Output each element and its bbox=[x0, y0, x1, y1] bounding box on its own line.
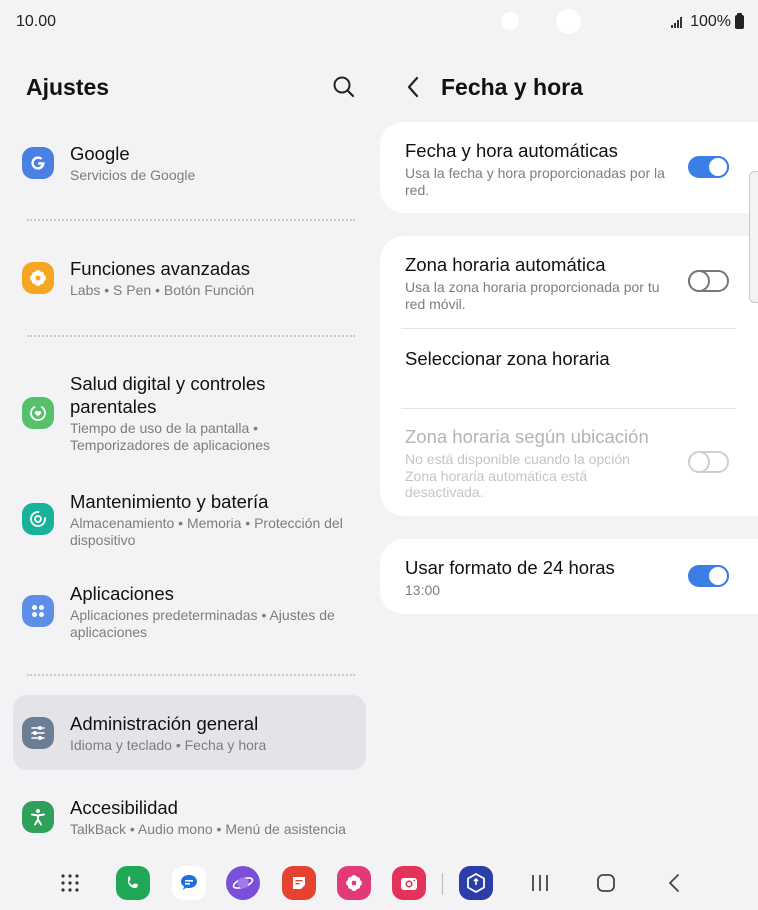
auto-datetime-toggle[interactable] bbox=[688, 156, 729, 178]
back-icon[interactable] bbox=[664, 873, 684, 898]
settings-item-accessibility[interactable]: Accesibilidad TalkBack • Audio mono • Me… bbox=[13, 786, 366, 848]
menu-item-subtitle: Servicios de Google bbox=[70, 167, 196, 183]
accessibility-icon bbox=[22, 801, 54, 833]
settings-item-maintenance[interactable]: Mantenimiento y batería Almacenamiento •… bbox=[13, 484, 366, 554]
menu-item-title: Administración general bbox=[70, 712, 259, 734]
row-divider bbox=[401, 328, 736, 329]
menu-item-title: Google bbox=[70, 143, 130, 164]
apps-icon bbox=[22, 595, 54, 627]
secure-folder-icon[interactable] bbox=[459, 866, 493, 900]
battery-percent: 100% bbox=[690, 13, 731, 30]
messages-icon[interactable] bbox=[172, 866, 206, 900]
menu-item-title: Mantenimiento y batería bbox=[70, 490, 269, 512]
wellbeing-icon bbox=[22, 397, 54, 429]
row-title: Seleccionar zona horaria bbox=[405, 348, 610, 369]
row-subtitle: Usa la zona horaria proporcionada por tu… bbox=[405, 279, 660, 312]
timezone-location-toggle bbox=[688, 451, 729, 473]
sliders-icon bbox=[22, 716, 54, 749]
menu-item-title: Aplicaciones bbox=[70, 582, 174, 604]
menu-item-subtitle: Tiempo de uso de la pantalla • Temporiza… bbox=[70, 420, 270, 453]
settings-item-apps[interactable]: Aplicaciones Aplicaciones predeterminada… bbox=[13, 578, 366, 644]
row-subtitle: 13:00 bbox=[405, 582, 441, 598]
edge-panel-handle[interactable] bbox=[749, 171, 758, 303]
menu-item-subtitle: Labs • S Pen • Botón Función bbox=[70, 282, 255, 298]
google-icon bbox=[22, 147, 54, 179]
camera-cutout bbox=[501, 12, 519, 30]
notes-icon[interactable] bbox=[282, 866, 316, 900]
menu-item-title: Accesibilidad bbox=[70, 797, 178, 818]
row-title: Zona horaria según ubicación bbox=[405, 426, 649, 447]
back-arrow-icon[interactable] bbox=[402, 74, 426, 100]
format-24h-toggle[interactable] bbox=[688, 565, 729, 587]
auto-datetime-card: Fecha y hora automáticas Usa la fecha y … bbox=[380, 122, 758, 213]
row-subtitle: Usa la fecha y hora proporcionadas por l… bbox=[405, 165, 665, 198]
phone-icon[interactable] bbox=[116, 866, 150, 900]
settings-item-google[interactable]: Google Servicios de Google bbox=[13, 137, 366, 189]
settings-item-advanced-features[interactable]: Funciones avanzadas Labs • S Pen • Botón… bbox=[13, 252, 366, 304]
battery-icon bbox=[735, 13, 744, 29]
gallery-icon[interactable] bbox=[337, 866, 371, 900]
camera-icon[interactable] bbox=[392, 866, 426, 900]
page-title: Ajustes bbox=[26, 74, 110, 100]
maintenance-icon bbox=[22, 503, 54, 535]
format-24h-card: Usar formato de 24 horas 13:00 bbox=[380, 539, 758, 614]
home-icon[interactable] bbox=[596, 873, 616, 898]
menu-item-subtitle: Idioma y teclado • Fecha y hora bbox=[70, 736, 267, 753]
menu-item-subtitle: TalkBack • Audio mono • Menú de asistenc… bbox=[70, 821, 346, 837]
signal-icon bbox=[671, 16, 683, 28]
search-icon[interactable] bbox=[330, 73, 358, 101]
status-time: 10.00 bbox=[16, 13, 57, 30]
apps-grid-icon[interactable] bbox=[53, 866, 87, 900]
gear-flower-icon bbox=[22, 262, 54, 294]
detail-title: Fecha y hora bbox=[441, 74, 583, 100]
row-divider bbox=[401, 408, 736, 409]
settings-item-digital-wellbeing[interactable]: Salud digital y controles parentales Tie… bbox=[13, 369, 366, 457]
divider bbox=[27, 219, 355, 221]
menu-item-subtitle: Almacenamiento • Memoria • Protección de… bbox=[70, 514, 343, 548]
menu-item-title: Salud digital y controles parentales bbox=[70, 373, 266, 417]
divider bbox=[27, 335, 355, 337]
divider bbox=[27, 674, 355, 676]
settings-item-general-management[interactable]: Administración general Idioma y teclado … bbox=[13, 695, 366, 770]
recents-icon[interactable] bbox=[530, 874, 550, 897]
menu-item-title: Funciones avanzadas bbox=[70, 258, 250, 279]
dock-divider bbox=[442, 873, 443, 895]
auto-timezone-toggle[interactable] bbox=[688, 270, 729, 292]
timezone-card: Zona horaria automática Usa la zona hora… bbox=[380, 236, 758, 516]
select-timezone-row[interactable]: Seleccionar zona horaria bbox=[405, 348, 758, 370]
status-indicators: 100% bbox=[671, 13, 744, 31]
internet-icon[interactable] bbox=[226, 866, 260, 900]
menu-item-subtitle: Aplicaciones predeterminadas • Ajustes d… bbox=[70, 606, 335, 640]
row-subtitle: No está disponible cuando la opción Zona… bbox=[405, 451, 630, 500]
camera-cutout bbox=[556, 9, 581, 34]
